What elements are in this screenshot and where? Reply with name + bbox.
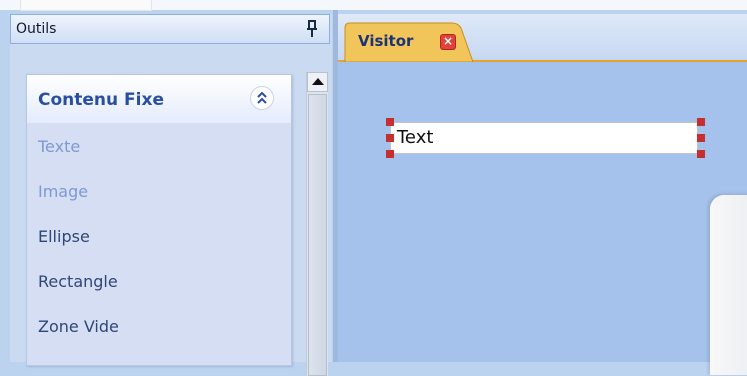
top-strip [0, 0, 747, 11]
tools-panel: Outils Contenu Fixe Texte Image Ellipse … [10, 14, 332, 376]
tab-visitor[interactable]: Visitor × [344, 22, 474, 62]
text-element-content: Text [397, 127, 434, 148]
fixed-content-section: Contenu Fixe Texte Image Ellipse Rectang… [26, 74, 292, 366]
tool-item-ellipse[interactable]: Ellipse [38, 227, 90, 246]
selection-handle-top-left[interactable] [386, 118, 394, 126]
scroll-thumb[interactable] [308, 94, 327, 376]
background-ribbon-tab [20, 0, 152, 11]
text-element[interactable]: Text [390, 122, 698, 154]
tab-visitor-label: Visitor [358, 32, 414, 50]
tools-panel-header: Outils [10, 14, 330, 44]
page-frame-edge [710, 195, 747, 375]
tool-item-zone-vide[interactable]: Zone Vide [38, 317, 119, 336]
pin-icon[interactable] [307, 20, 317, 38]
tool-item-rectangle[interactable]: Rectangle [38, 272, 118, 291]
tools-scrollbar[interactable] [306, 72, 328, 376]
double-chevron-up-icon[interactable] [250, 86, 274, 110]
close-icon[interactable]: × [440, 34, 456, 50]
selection-handle-middle-left[interactable] [386, 134, 394, 142]
tools-panel-title: Outils [16, 21, 57, 37]
tool-item-image[interactable]: Image [38, 182, 88, 201]
section-header[interactable]: Contenu Fixe [27, 75, 291, 123]
section-title: Contenu Fixe [38, 90, 164, 110]
selection-handle-top-right[interactable] [697, 118, 705, 126]
scroll-up-arrow-icon[interactable] [307, 72, 328, 92]
tool-item-texte[interactable]: Texte [38, 137, 80, 156]
selection-handle-bottom-right[interactable] [697, 150, 705, 158]
design-canvas[interactable] [338, 62, 747, 362]
selection-handle-middle-right[interactable] [697, 134, 705, 142]
selection-handle-bottom-left[interactable] [386, 150, 394, 158]
